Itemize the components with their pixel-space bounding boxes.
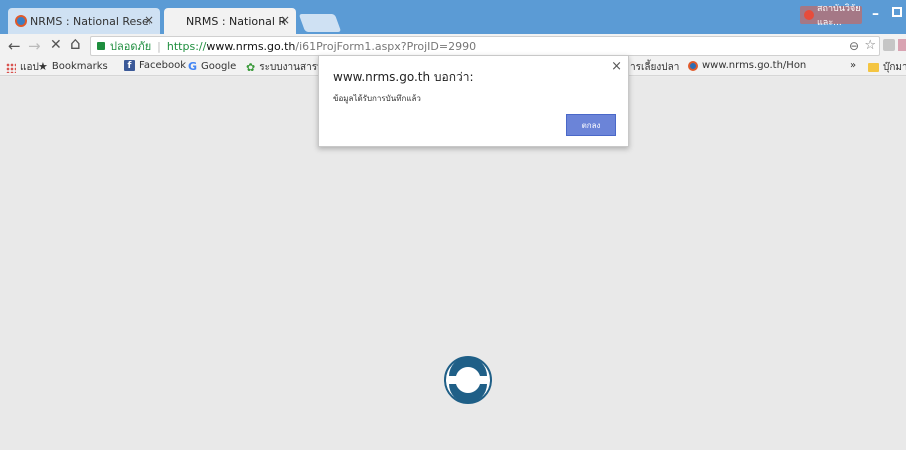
minimize-button[interactable]: – <box>872 6 879 22</box>
overflow-chevron-icon: » <box>850 60 857 71</box>
loading-spinner-icon <box>444 356 492 404</box>
dialog-message: ข้อมูลได้รับการบันทึกแล้ว <box>333 94 421 103</box>
close-icon[interactable]: × <box>611 59 622 74</box>
bookmark-label: Bookmarks <box>51 61 108 72</box>
url-separator: | <box>157 39 161 53</box>
url-host: www.nrms.go.th <box>206 39 296 53</box>
star-icon: ★ <box>38 60 48 73</box>
tab-nrms-2[interactable]: NRMS : National Researc × <box>164 8 296 34</box>
bookmark-label: ารเลี้ยงปลา <box>630 62 680 73</box>
home-icon[interactable]: ⌂ <box>70 34 81 54</box>
tab-nrms-1[interactable]: NRMS : National Researc × <box>8 8 160 34</box>
profile-button[interactable]: สถาบันวิจัยและ... <box>800 4 862 28</box>
bookmark-other[interactable]: บุ๊กมา <box>868 60 906 75</box>
bookmark-star-icon[interactable]: ☆ <box>864 38 876 53</box>
google-icon: G <box>188 60 198 73</box>
bookmarks-overflow[interactable]: » <box>850 60 856 71</box>
zoom-icon[interactable]: ⊖ <box>849 39 859 53</box>
folder-icon <box>868 63 879 72</box>
facebook-icon: f <box>124 60 135 71</box>
extension-icon[interactable] <box>883 39 895 51</box>
forward-icon[interactable]: → <box>28 37 41 55</box>
bookmark-label: www.nrms.go.th/Hon <box>702 60 807 71</box>
profile-label: สถาบันวิจัยและ... <box>817 4 861 28</box>
ok-button[interactable]: ตกลง <box>566 114 616 136</box>
nrms-favicon-icon <box>15 15 27 27</box>
tab-close-icon[interactable]: × <box>144 13 154 27</box>
bookmark-nrms-home[interactable]: www.nrms.go.th/Hon <box>688 60 806 71</box>
lock-icon <box>97 42 105 50</box>
alert-dialog: www.nrms.go.th บอกว่า: × ข้อมูลได้รับการ… <box>318 55 629 147</box>
dialog-title: www.nrms.go.th บอกว่า: <box>333 70 474 84</box>
bookmark-label: แอป <box>20 62 39 73</box>
bookmark-bookmarks[interactable]: ★ Bookmarks <box>38 60 108 73</box>
extension-icon[interactable] <box>898 39 906 51</box>
bookmark-fish[interactable]: ารเลี้ยงปลา <box>630 60 679 75</box>
tab-title: NRMS : National Researc <box>186 14 286 28</box>
bookmark-facebook[interactable]: f Facebook <box>124 60 186 71</box>
bookmark-label: Google <box>201 61 237 72</box>
browser-titlebar: NRMS : National Researc × NRMS : Nationa… <box>0 0 906 34</box>
saraban-icon: ✿ <box>246 61 256 74</box>
loading-favicon-icon <box>171 15 183 27</box>
bookmark-google[interactable]: G Google <box>188 60 236 73</box>
stop-icon[interactable]: ✕ <box>50 37 62 53</box>
bookmark-apps[interactable]: แอป <box>6 60 39 75</box>
maximize-button[interactable] <box>892 7 902 17</box>
url-path: /i61ProjForm1.aspx?ProjID=2990 <box>295 39 477 53</box>
url-scheme: https:// <box>166 39 207 53</box>
nrms-favicon-icon <box>688 60 698 71</box>
bookmark-label: Facebook <box>139 60 186 71</box>
profile-icon <box>804 10 814 20</box>
bookmark-label: บุ๊กมา <box>883 62 906 73</box>
address-bar[interactable]: ปลอดภัย | https:// www.nrms.go.th /i61Pr… <box>90 36 880 56</box>
tab-close-icon[interactable]: × <box>280 13 290 27</box>
tab-title: NRMS : National Researc <box>30 14 150 28</box>
new-tab-button[interactable] <box>298 14 342 32</box>
apps-grid-icon <box>6 62 16 73</box>
secure-label: ปลอดภัย <box>110 40 152 53</box>
back-icon[interactable]: ← <box>8 37 21 55</box>
